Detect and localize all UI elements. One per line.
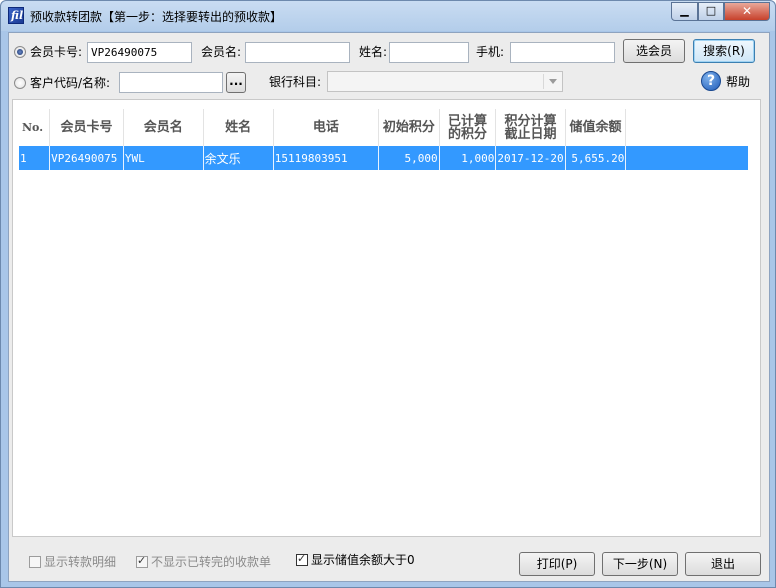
show-detail-label: 显示转款明细	[44, 555, 117, 569]
radio-customer-code[interactable]	[14, 77, 26, 89]
hide-completed-checkbox[interactable]	[136, 554, 148, 568]
title-bar[interactable]: fil 预收款转团款【第一步：选择要转出的预收款】 ▁ □ ✕	[1, 1, 775, 31]
show-detail-checkbox[interactable]	[29, 556, 41, 568]
table-header: No. 会员卡号 会员名 姓名 电话 初始积分 已计算的积分 积分计算截止日期 …	[19, 109, 748, 146]
radio-card-number[interactable]	[14, 46, 26, 58]
table-row[interactable]: 1 VP26490075 YWL 余文乐 15119803951 5,000 1…	[19, 146, 748, 170]
cell-no: 1	[19, 146, 51, 170]
column-header-calculated-points[interactable]: 已计算的积分	[439, 109, 497, 146]
cell-phone: 15119803951	[273, 146, 380, 170]
column-header-member-name[interactable]: 会员名	[123, 109, 204, 146]
cell-member-name: YWL	[123, 146, 204, 170]
maximize-button[interactable]: □	[698, 2, 724, 21]
column-header-card[interactable]: 会员卡号	[49, 109, 124, 146]
cell-name: 余文乐	[203, 146, 274, 170]
card-number-input[interactable]: VP26490075	[87, 42, 192, 63]
help-icon[interactable]: ?	[701, 71, 721, 91]
app-icon: fil	[8, 7, 24, 24]
balance-gt-zero-checkbox[interactable]	[296, 552, 308, 566]
column-header-points-cutoff-date[interactable]: 积分计算截止日期	[495, 109, 566, 146]
column-header-stored-balance[interactable]: 储值余额	[565, 109, 627, 146]
bank-account-select[interactable]	[327, 71, 563, 92]
column-header-name[interactable]: 姓名	[203, 109, 274, 146]
search-button[interactable]: 搜索(R)	[693, 39, 755, 63]
column-header-initial-points[interactable]: 初始积分	[378, 109, 440, 146]
customer-code-label: 客户代码/名称:	[30, 76, 111, 90]
close-button[interactable]: ✕	[724, 2, 770, 21]
print-button[interactable]: 打印(P)	[519, 552, 595, 576]
column-header-phone[interactable]: 电话	[273, 109, 380, 146]
phone-input[interactable]	[510, 42, 615, 63]
select-member-button[interactable]: 选会员	[623, 39, 685, 63]
hide-completed-label: 不显示已转完的收款单	[151, 555, 272, 569]
dropdown-separator	[543, 74, 544, 89]
cell-filler	[625, 146, 748, 170]
phone-label: 手机:	[476, 45, 505, 59]
name-input[interactable]	[389, 42, 469, 63]
dialog-body: 会员卡号: VP26490075 会员名: 姓名: 手机: 选会员 搜索(R) …	[8, 32, 770, 582]
cell-stored-balance: 5,655.20	[565, 146, 627, 170]
minimize-icon: ▁	[680, 4, 689, 17]
member-name-label: 会员名:	[201, 45, 242, 59]
name-label: 姓名:	[359, 45, 388, 59]
cell-initial-points: 5,000	[378, 146, 440, 170]
minimize-button[interactable]: ▁	[671, 2, 698, 21]
help-label[interactable]: 帮助	[726, 75, 750, 89]
card-number-label: 会员卡号:	[30, 45, 83, 59]
bank-account-label: 银行科目:	[269, 75, 322, 89]
balance-gt-zero-label: 显示储值余额大于0	[311, 553, 415, 567]
window-title: 预收款转团款【第一步：选择要转出的预收款】	[30, 10, 283, 24]
column-header-no[interactable]: No.	[19, 109, 51, 146]
grid-content: No. 会员卡号 会员名 姓名 电话 初始积分 已计算的积分 积分计算截止日期 …	[19, 109, 748, 529]
next-step-button[interactable]: 下一步(N)	[602, 552, 678, 576]
prepayment-grid: No. 会员卡号 会员名 姓名 电话 初始积分 已计算的积分 积分计算截止日期 …	[12, 99, 761, 537]
maximize-icon: □	[705, 4, 717, 17]
cell-calculated-points: 1,000	[439, 146, 497, 170]
prepayment-table: No. 会员卡号 会员名 姓名 电话 初始积分 已计算的积分 积分计算截止日期 …	[19, 109, 748, 170]
browse-customer-button[interactable]: ...	[226, 72, 246, 93]
app-window: fil 预收款转团款【第一步：选择要转出的预收款】 ▁ □ ✕ 会员卡号: VP…	[0, 0, 776, 588]
close-icon: ✕	[741, 4, 753, 18]
member-name-input[interactable]	[245, 42, 350, 63]
column-header-filler	[625, 109, 748, 146]
chevron-down-icon	[549, 79, 557, 84]
customer-code-input[interactable]	[119, 72, 223, 93]
cell-card: VP26490075	[49, 146, 124, 170]
exit-button[interactable]: 退出	[685, 552, 761, 576]
cell-points-cutoff-date: 2017-12-20	[495, 146, 566, 170]
